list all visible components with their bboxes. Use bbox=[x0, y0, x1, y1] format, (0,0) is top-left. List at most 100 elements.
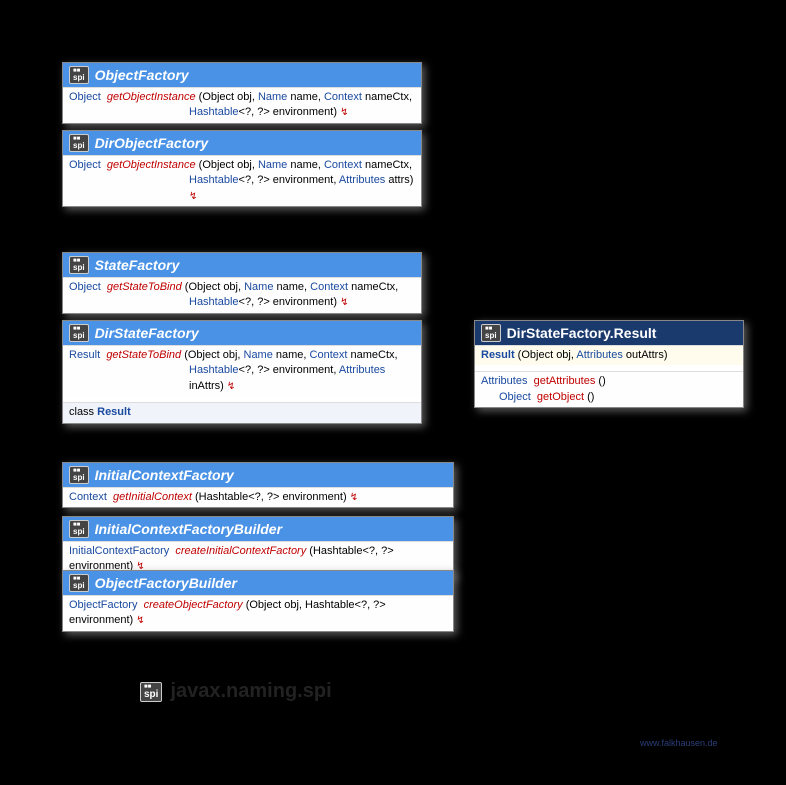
class-header: ■■spi DirStateFactory.Result bbox=[475, 321, 743, 345]
method-row: Object getObjectInstance (Object obj, Na… bbox=[63, 155, 421, 206]
class-title: DirStateFactory.Result bbox=[507, 325, 657, 341]
sig: <?, ?> environment) bbox=[239, 296, 341, 308]
method-name: getStateToBind bbox=[106, 349, 181, 361]
method-line: Object getObject () bbox=[481, 390, 737, 405]
param-type: Hashtable bbox=[189, 296, 239, 308]
method-line2: Hashtable<?, ?> environment) ↯ bbox=[69, 105, 415, 120]
method-row: Object getStateToBind (Object obj, Name … bbox=[63, 277, 421, 313]
sig: (Object obj, bbox=[196, 91, 258, 103]
sig: () bbox=[595, 375, 605, 387]
param-type: Context bbox=[324, 159, 362, 171]
method-row: Result getStateToBind (Object obj, Name … bbox=[63, 345, 421, 396]
spi-icon: ■■spi bbox=[69, 256, 89, 274]
class-title: DirObjectFactory bbox=[95, 135, 209, 151]
method-name: createInitialContextFactory bbox=[175, 545, 306, 557]
spi-icon: ■■spi bbox=[69, 520, 89, 538]
method-name: getObject bbox=[537, 391, 584, 403]
sig: <?, ?> environment, bbox=[239, 364, 339, 376]
return-type: Object bbox=[69, 91, 101, 103]
return-type: Object bbox=[69, 281, 101, 293]
class-header: ■■spi ObjectFactory bbox=[63, 63, 421, 87]
sig: inAttrs) bbox=[189, 380, 227, 392]
class-box-dirstatefactory: ■■spi DirStateFactory Result getStateToB… bbox=[62, 320, 422, 424]
param-type: Hashtable bbox=[189, 174, 239, 186]
class-header: ■■spi DirObjectFactory bbox=[63, 131, 421, 155]
sig: (Object obj, bbox=[181, 349, 243, 361]
param-type: Attributes bbox=[339, 364, 385, 376]
spi-icon: ■■spi bbox=[69, 324, 89, 342]
method-line2: Hashtable<?, ?> environment, Attributes … bbox=[69, 173, 415, 204]
sig: () bbox=[584, 391, 594, 403]
class-header: ■■spi InitialContextFactoryBuilder bbox=[63, 517, 453, 541]
param-type: Name bbox=[258, 159, 287, 171]
sig: attrs) bbox=[385, 174, 413, 186]
sig: (Hashtable<?, ?> environment) bbox=[192, 491, 350, 503]
method-line2: Hashtable<?, ?> environment) ↯ bbox=[69, 295, 415, 310]
throws-icon: ↯ bbox=[227, 381, 235, 392]
throws-icon: ↯ bbox=[350, 492, 358, 503]
class-box-initialcontextfactorybuilder: ■■spi InitialContextFactoryBuilder Initi… bbox=[62, 516, 454, 578]
method-row: ObjectFactory createObjectFactory (Objec… bbox=[63, 595, 453, 631]
spi-icon: ■■spi bbox=[69, 466, 89, 484]
sig: (Object obj, bbox=[515, 349, 577, 361]
class-header: ■■spi ObjectFactoryBuilder bbox=[63, 571, 453, 595]
package-name: javax.naming.spi bbox=[170, 680, 331, 703]
method-name: getObjectInstance bbox=[107, 91, 196, 103]
sig: outAttrs) bbox=[623, 349, 668, 361]
throws-icon: ↯ bbox=[189, 191, 197, 202]
sig: name, bbox=[287, 91, 324, 103]
watermark-text: www.falkhausen.de bbox=[640, 738, 718, 748]
sig: name, bbox=[273, 349, 310, 361]
param-type: Name bbox=[258, 91, 287, 103]
sig: nameCtx, bbox=[362, 91, 412, 103]
return-type: Object bbox=[69, 159, 101, 171]
throws-icon: ↯ bbox=[340, 297, 348, 308]
param-type: Context bbox=[310, 281, 348, 293]
nested-class-row: class Result bbox=[63, 402, 421, 422]
spi-icon: ■■spi bbox=[140, 682, 162, 702]
class-header: ■■spi StateFactory bbox=[63, 253, 421, 277]
return-type: Object bbox=[499, 391, 531, 403]
sig: name, bbox=[273, 281, 310, 293]
method-row: Context getInitialContext (Hashtable<?, … bbox=[63, 487, 453, 507]
spi-icon: ■■spi bbox=[69, 134, 89, 152]
method-name: getInitialContext bbox=[113, 491, 192, 503]
sig: nameCtx, bbox=[348, 281, 398, 293]
return-type: Context bbox=[69, 491, 107, 503]
method-row: Object getObjectInstance (Object obj, Na… bbox=[63, 87, 421, 123]
keyword: class bbox=[69, 406, 94, 418]
class-header: ■■spi InitialContextFactory bbox=[63, 463, 453, 487]
watermark: www.falkhausen.de bbox=[640, 738, 718, 748]
spi-icon: ■■spi bbox=[481, 324, 501, 342]
spi-icon: ■■spi bbox=[69, 66, 89, 84]
return-type: InitialContextFactory bbox=[69, 545, 169, 557]
sig: name, bbox=[287, 159, 324, 171]
class-title: ObjectFactory bbox=[95, 67, 189, 83]
param-type: Attributes bbox=[576, 349, 622, 361]
sig: <?, ?> environment) bbox=[239, 106, 341, 118]
return-type: Result bbox=[69, 349, 100, 361]
return-type: Attributes bbox=[481, 375, 527, 387]
sig: (Object obj, bbox=[196, 159, 258, 171]
class-box-statefactory: ■■spi StateFactory Object getStateToBind… bbox=[62, 252, 422, 314]
return-type: ObjectFactory bbox=[69, 599, 137, 611]
class-box-result: ■■spi DirStateFactory.Result Result (Obj… bbox=[474, 320, 744, 408]
class-title: InitialContextFactory bbox=[95, 467, 234, 483]
class-box-objectfactorybuilder: ■■spi ObjectFactoryBuilder ObjectFactory… bbox=[62, 570, 454, 632]
constructor-row: Result (Object obj, Attributes outAttrs) bbox=[475, 345, 743, 365]
param-type: Name bbox=[244, 349, 273, 361]
sig: <?, ?> environment, bbox=[239, 174, 339, 186]
method-name: getObjectInstance bbox=[107, 159, 196, 171]
param-type: Hashtable bbox=[189, 364, 239, 376]
constructor-name: Result bbox=[481, 349, 515, 361]
method-name: createObjectFactory bbox=[144, 599, 243, 611]
class-box-objectfactory: ■■spi ObjectFactory Object getObjectInst… bbox=[62, 62, 422, 124]
class-header: ■■spi DirStateFactory bbox=[63, 321, 421, 345]
throws-icon: ↯ bbox=[136, 615, 144, 626]
param-type: Context bbox=[310, 349, 348, 361]
nested-class-name: Result bbox=[97, 406, 131, 418]
sig: nameCtx, bbox=[362, 159, 412, 171]
class-title: ObjectFactoryBuilder bbox=[95, 575, 237, 591]
method-row: Attributes getAttributes () Object getOb… bbox=[475, 371, 743, 407]
class-title: DirStateFactory bbox=[95, 325, 199, 341]
